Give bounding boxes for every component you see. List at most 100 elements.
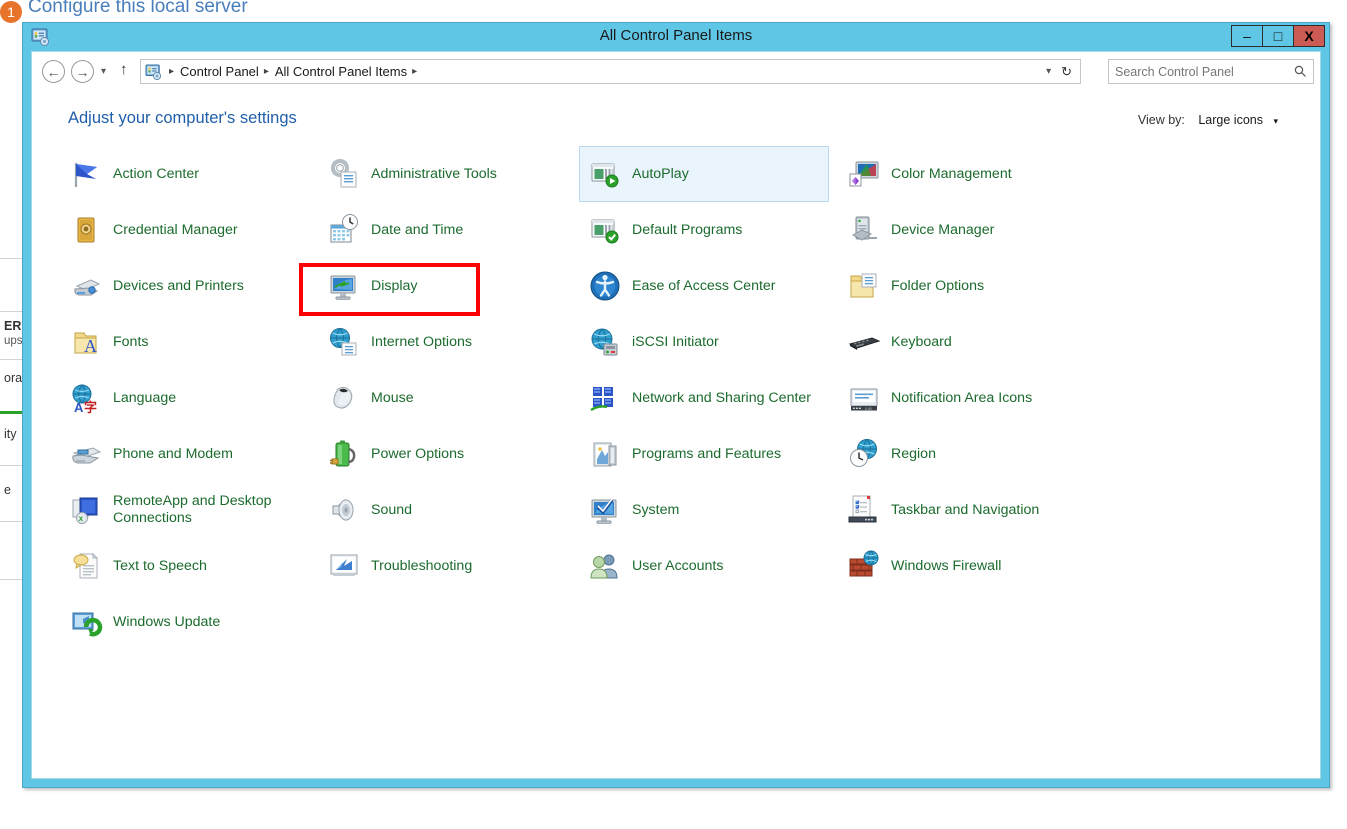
control-panel-item-label: Phone and Modem [113, 445, 233, 462]
up-button[interactable]: ↑ [120, 61, 128, 78]
control-panel-item-language[interactable]: 字 A Language [60, 370, 310, 426]
search-input[interactable]: Search Control Panel [1115, 65, 1234, 79]
control-panel-item-phone-and-modem[interactable]: Phone and Modem [60, 426, 310, 482]
control-panel-item-credential-manager[interactable]: Credential Manager [60, 202, 310, 258]
fax-modem-icon [69, 437, 103, 471]
control-panel-item-label: System [632, 501, 680, 518]
control-panel-item-label: Text to Speech [113, 557, 207, 574]
control-panel-item-label: Internet Options [371, 333, 472, 350]
page-title: Adjust your computer's settings [68, 109, 297, 127]
refresh-button[interactable]: ↻ [1061, 64, 1072, 80]
breadcrumb-item-all-control-panel-items[interactable]: All Control Panel Items [275, 64, 407, 79]
control-panel-item-label: Fonts [113, 333, 149, 350]
control-panel-item-label: Ease of Access Center [632, 277, 776, 294]
default-programs-icon [588, 213, 622, 247]
flag-icon [69, 157, 103, 191]
address-bar[interactable]: ▸ Control Panel ▸ All Control Panel Item… [140, 59, 1081, 84]
ease-of-access-icon [588, 269, 622, 303]
control-panel-item-label: Power Options [371, 445, 465, 462]
iscsi-icon [588, 325, 622, 359]
control-panel-item-notification-area-icons[interactable]: 0:00 Notification Area Icons [838, 370, 1088, 426]
svg-text:x: x [79, 514, 84, 523]
back-button[interactable]: ← [42, 60, 65, 83]
control-panel-item-fonts[interactable]: A Fonts [60, 314, 310, 370]
control-panel-item-text-to-speech[interactable]: Text to Speech [60, 538, 310, 594]
control-panel-item-windows-update[interactable]: Windows Update [60, 594, 310, 650]
control-panel-item-label: Color Management [891, 165, 1012, 182]
network-icon [588, 381, 622, 415]
control-panel-item-action-center[interactable]: Action Center [60, 146, 310, 202]
window-title: All Control Panel Items [599, 27, 753, 44]
forward-button[interactable]: → [71, 60, 94, 83]
view-by-control[interactable]: View by: Large icons ▾ [1138, 113, 1278, 127]
control-panel-item-label: AutoPlay [632, 165, 689, 182]
control-panel-item-administrative-tools[interactable]: Administrative Tools [318, 146, 568, 202]
control-panel-item-system[interactable]: System [579, 482, 829, 538]
windows-update-icon [69, 605, 103, 639]
svg-text:字: 字 [84, 400, 97, 415]
control-panel-item-user-accounts[interactable]: User Accounts [579, 538, 829, 594]
recent-locations-button[interactable]: ▾ [101, 66, 106, 77]
control-panel-item-color-management[interactable]: Color Management [838, 146, 1088, 202]
troubleshoot-icon [327, 549, 361, 583]
window-controls: – □ X [1231, 25, 1325, 47]
mouse-icon [327, 381, 361, 415]
speech-page-icon [69, 549, 103, 583]
title-bar[interactable]: All Control Panel Items – □ X [23, 23, 1329, 51]
address-dropdown-button[interactable]: ▾ [1046, 66, 1051, 77]
control-panel-item-label: RemoteApp and Desktop Connections [113, 493, 272, 526]
control-panel-item-label: Windows Update [113, 613, 221, 630]
control-panel-window: All Control Panel Items – □ X ← → ▾ ↑ ▸ … [22, 22, 1330, 788]
control-panel-item-autoplay[interactable]: AutoPlay [579, 146, 829, 202]
control-panel-item-remoteapp-and-desktop-connections[interactable]: x RemoteApp and Desktop Connections [60, 482, 310, 538]
control-panel-item-network-and-sharing-center[interactable]: Network and Sharing Center [579, 370, 829, 426]
control-panel-item-windows-firewall[interactable]: Windows Firewall [838, 538, 1088, 594]
server-manager-heading-text: Configure this local server [28, 0, 248, 17]
maximize-button[interactable]: □ [1262, 25, 1294, 47]
control-panel-item-default-programs[interactable]: Default Programs [579, 202, 829, 258]
breadcrumb-item-control-panel[interactable]: Control Panel [180, 64, 259, 79]
control-panel-item-label: Devices and Printers [113, 277, 244, 294]
bg-row-2: ora [4, 371, 23, 385]
control-panel-item-programs-and-features[interactable]: Programs and Features [579, 426, 829, 482]
minimize-button[interactable]: – [1231, 25, 1263, 47]
control-panel-item-label: Sound [371, 501, 413, 518]
control-panel-item-date-and-time[interactable]: Date and Time [318, 202, 568, 258]
control-panel-item-label: Mouse [371, 389, 414, 406]
control-panel-item-ease-of-access-center[interactable]: Ease of Access Center [579, 258, 829, 314]
firewall-icon [847, 549, 881, 583]
color-management-icon [847, 157, 881, 191]
close-button[interactable]: X [1293, 25, 1325, 47]
control-panel-item-label: iSCSI Initiator [632, 333, 719, 350]
control-panel-item-folder-options[interactable]: Folder Options [838, 258, 1088, 314]
control-panel-item-label: Troubleshooting [371, 557, 473, 574]
control-panel-item-label: Administrative Tools [371, 165, 497, 182]
search-icon [1294, 65, 1307, 78]
search-box[interactable]: Search Control Panel [1108, 59, 1314, 84]
taskbar-icon [847, 493, 881, 527]
breadcrumb-separator-2[interactable]: ▸ [412, 66, 417, 77]
svg-text:A: A [84, 336, 97, 356]
control-panel-item-display[interactable]: Display [318, 258, 568, 314]
control-panel-item-device-manager[interactable]: Device Manager [838, 202, 1088, 258]
control-panel-item-label: Language [113, 389, 177, 406]
control-panel-item-sound[interactable]: Sound [318, 482, 568, 538]
control-panel-item-region[interactable]: Region [838, 426, 1088, 482]
step-badge: 1 [0, 1, 22, 23]
control-panel-item-power-options[interactable]: Power Options [318, 426, 568, 482]
control-panel-item-label: Keyboard [891, 333, 952, 350]
control-panel-item-taskbar-and-navigation[interactable]: Taskbar and Navigation [838, 482, 1088, 538]
items-column-4: Color Management Device Manager Folder Opt… [838, 146, 1088, 594]
control-panel-item-label: Credential Manager [113, 221, 238, 238]
control-panel-item-troubleshooting[interactable]: Troubleshooting [318, 538, 568, 594]
control-panel-item-devices-and-printers[interactable]: Devices and Printers [60, 258, 310, 314]
notification-area-icon: 0:00 [847, 381, 881, 415]
control-panel-item-keyboard[interactable]: Keyboard [838, 314, 1088, 370]
control-panel-item-internet-options[interactable]: Internet Options [318, 314, 568, 370]
keyboard-icon [847, 325, 881, 359]
view-by-value[interactable]: Large icons [1198, 113, 1263, 127]
control-panel-item-mouse[interactable]: Mouse [318, 370, 568, 426]
speaker-icon [327, 493, 361, 527]
control-panel-item-iscsi-initiator[interactable]: iSCSI Initiator [579, 314, 829, 370]
chevron-down-icon[interactable]: ▾ [1273, 116, 1278, 126]
